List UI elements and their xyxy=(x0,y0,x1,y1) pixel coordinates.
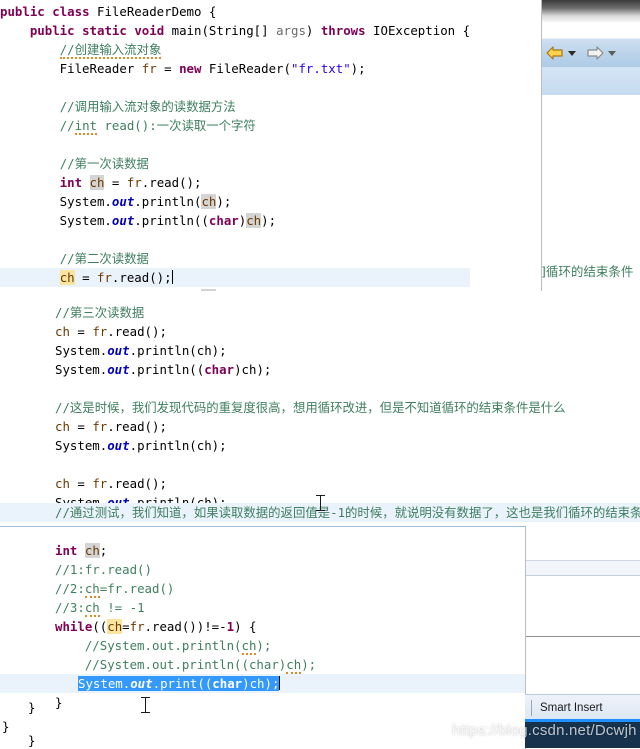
background-band xyxy=(525,561,640,575)
code-line[interactable]: //这是时候，我们发现代码的重复度很高，想用循环改进，但是不知道循环的结束条件是… xyxy=(55,398,640,417)
code-line[interactable]: //第二次读数据 xyxy=(0,249,470,268)
code-line[interactable]: //2:ch=fr.read() xyxy=(55,579,525,598)
code-line[interactable]: //System.out.println(ch); xyxy=(55,636,525,655)
back-history-chevron-down-icon[interactable] xyxy=(568,50,576,56)
code-line[interactable]: System.out.println(ch); xyxy=(55,341,640,360)
background-divider xyxy=(525,575,640,576)
code-line[interactable]: //System.out.println((char)ch); xyxy=(55,655,525,674)
code-line[interactable]: //第三次读数据 xyxy=(55,303,640,322)
code-line[interactable]: int ch = fr.read(); xyxy=(0,173,470,192)
code-line[interactable]: } xyxy=(2,719,9,738)
code-line-selected[interactable]: System.out.print((char)ch); xyxy=(0,674,525,693)
background-divider xyxy=(525,636,640,637)
code-line[interactable]: //创建输入流对象 xyxy=(0,40,470,59)
code-line[interactable]: System.out.println((char)ch); xyxy=(55,360,640,379)
mouse-cursor-ibeam xyxy=(141,697,150,713)
code-line[interactable]: System.out.println((char)ch); xyxy=(0,211,470,230)
code-line[interactable]: } xyxy=(28,731,35,749)
back-arrow-icon[interactable] xyxy=(545,45,565,61)
code-line[interactable]: System.out.println(ch); xyxy=(0,192,470,211)
code-line-current[interactable]: ch = fr.read(); xyxy=(0,268,471,287)
code-line[interactable]: public class FileReaderDemo { xyxy=(0,0,470,21)
code-line[interactable]: } xyxy=(28,700,35,719)
code-line[interactable]: //3:ch != -1 xyxy=(55,598,525,617)
watermark-text: https://blog.csdn.net/Dcwjh xyxy=(452,722,637,739)
status-bar: Smart Insert xyxy=(525,694,640,721)
code-line[interactable]: ch = fr.read(); xyxy=(55,322,640,341)
forward-arrow-icon[interactable] xyxy=(585,45,605,61)
code-line[interactable]: ch = fr.read(); xyxy=(55,417,640,436)
code-line[interactable]: public static void main(String[] args) t… xyxy=(0,21,470,40)
status-separator xyxy=(531,700,532,716)
code-line[interactable]: System.out.println(ch); xyxy=(0,287,470,291)
navigation-button-group[interactable] xyxy=(536,44,616,62)
mouse-cursor-ibeam xyxy=(316,495,325,511)
editor-panel-bottom[interactable]: int ch; //1:fr.read() //2:ch=fr.read() /… xyxy=(0,526,525,749)
code-line[interactable]: //第一次读数据 xyxy=(0,154,470,173)
code-line[interactable]: } xyxy=(55,693,62,712)
code-line[interactable]: System.out.println(ch); xyxy=(55,436,640,455)
editor-panel-top[interactable]: public class FileReaderDemo { public sta… xyxy=(0,0,541,291)
status-insert-mode[interactable]: Smart Insert xyxy=(540,702,603,714)
editor-panel-middle[interactable]: //第三次读数据 ch = fr.read(); System.out.prin… xyxy=(0,292,640,525)
code-line[interactable]: FileReader fr = new FileReader("fr.txt")… xyxy=(0,59,470,78)
background-comment-fragment: ]循环的结束条件 xyxy=(541,264,634,279)
forward-history-chevron-down-icon[interactable] xyxy=(608,50,616,56)
code-line[interactable]: //1:fr.read() xyxy=(55,560,525,579)
code-line[interactable]: ch = fr.read(); xyxy=(55,474,640,493)
code-line[interactable]: //int read():一次读取一个字符 xyxy=(0,116,470,135)
code-line[interactable]: while((ch=fr.read())!=-1) { xyxy=(55,617,525,636)
code-line[interactable]: //调用输入流对象的读数据方法 xyxy=(0,97,470,116)
code-line[interactable]: int ch; xyxy=(55,541,525,560)
